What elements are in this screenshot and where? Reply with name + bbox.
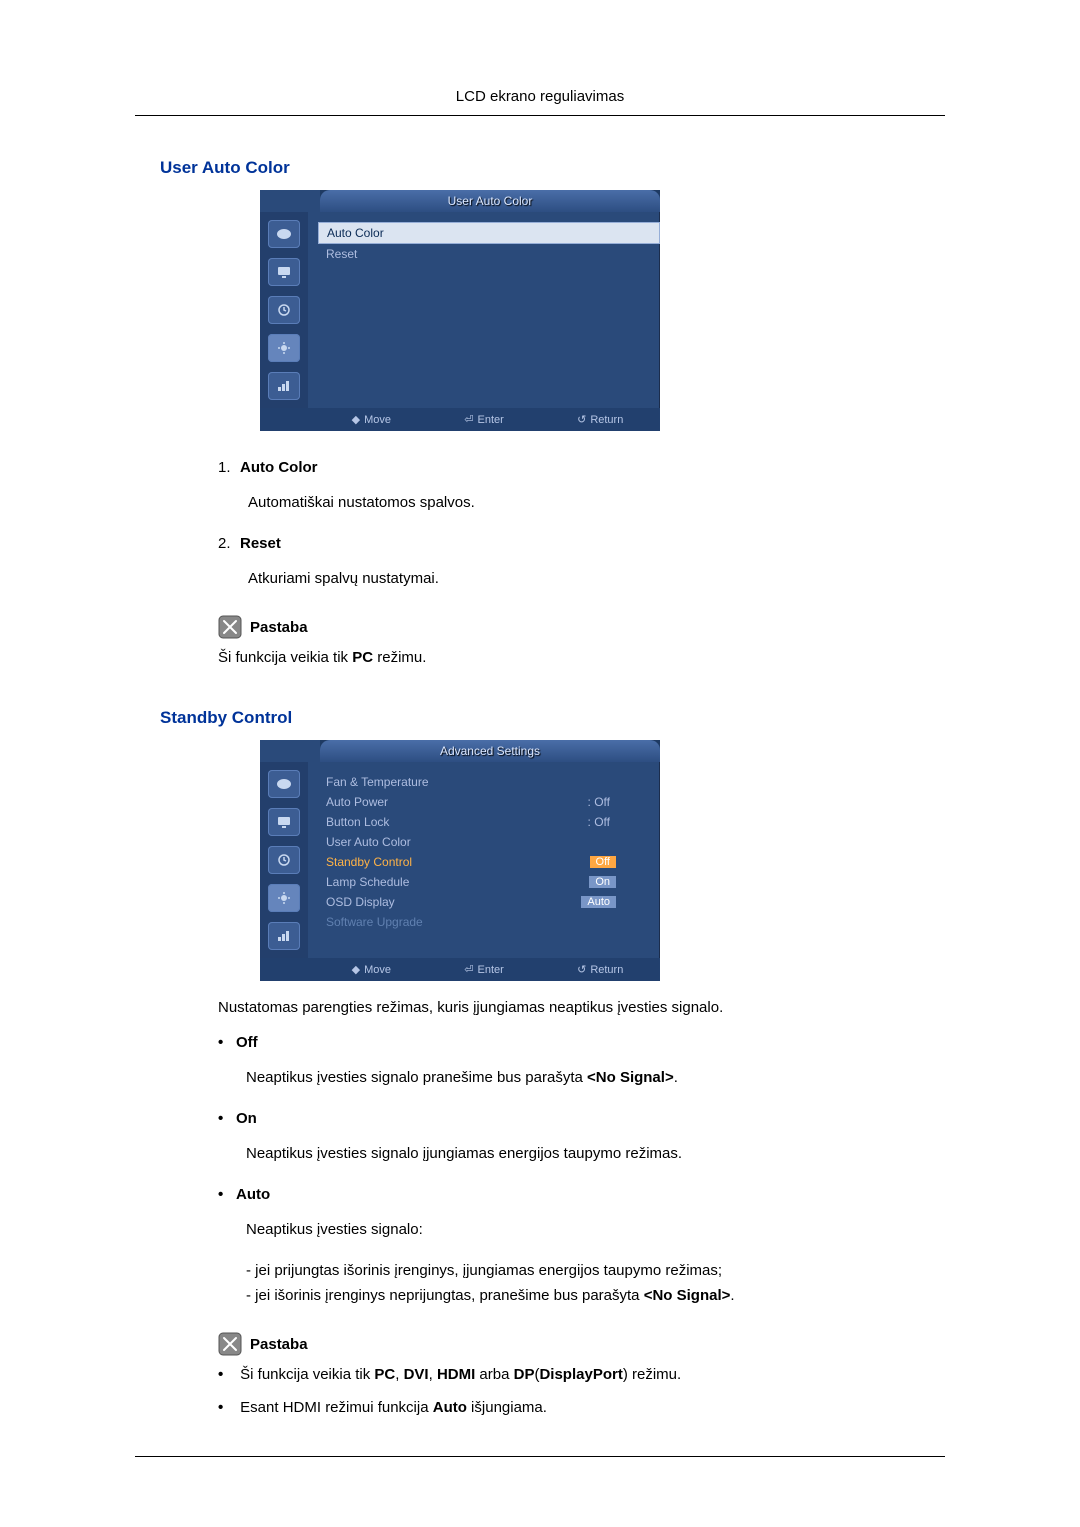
osd-screenshot-user-auto-color: User Auto Color Auto Color Reset: [260, 190, 660, 431]
gear-icon: [268, 334, 300, 362]
osd-footer-enter: ⏎ Enter: [464, 413, 504, 426]
note-icon: [218, 615, 242, 639]
clock-icon: [268, 846, 300, 874]
note-icon: [218, 1332, 242, 1356]
list-item: •On Neaptikus įvesties signalo įjungiama…: [218, 1110, 920, 1162]
intro-text: Nustatomas parengties režimas, kuris įju…: [218, 999, 920, 1016]
list-item: 2.Reset Atkuriami spalvų nustatymai.: [218, 535, 920, 587]
chart-icon: [268, 372, 300, 400]
palette-icon: [268, 220, 300, 248]
page-header: LCD ekrano reguliavimas: [0, 88, 1080, 105]
osd-menu-item: User Auto Color: [318, 832, 660, 852]
section-title-standby-control: Standby Control: [160, 708, 920, 728]
osd-footer-enter: ⏎ Enter: [464, 963, 504, 976]
osd-menu-item: Auto Color: [318, 222, 660, 244]
osd-menu-item: Reset: [318, 244, 660, 264]
list-item: •Auto Neaptikus įvesties signalo: - jei …: [218, 1186, 920, 1304]
osd-menu-item: Button Lock: Off: [318, 812, 660, 832]
osd-title: User Auto Color: [320, 190, 660, 212]
osd-screenshot-advanced-settings: Advanced Settings Fan & Temperature Auto…: [260, 740, 660, 981]
osd-title: Advanced Settings: [320, 740, 660, 762]
list-item: 1.Auto Color Automatiškai nustatomos spa…: [218, 459, 920, 511]
screen-icon: [268, 258, 300, 286]
osd-menu-item: Standby ControlOff: [318, 852, 660, 872]
note-text: Ši funkcija veikia tik PC režimu.: [218, 649, 920, 666]
osd-footer-return: ↺ Return: [577, 413, 623, 426]
divider-top: [135, 115, 945, 116]
list-item: • Ši funkcija veikia tik PC, DVI, HDMI a…: [218, 1366, 920, 1383]
osd-menu-item: OSD DisplayAuto: [318, 892, 660, 912]
osd-menu-item: Auto Power: Off: [318, 792, 660, 812]
divider-bottom: [135, 1456, 945, 1457]
section-title-user-auto-color: User Auto Color: [160, 158, 920, 178]
osd-footer-move: ◆ Move: [352, 963, 391, 976]
osd-menu-item: Lamp ScheduleOn: [318, 872, 660, 892]
screen-icon: [268, 808, 300, 836]
note-label: Pastaba: [250, 619, 308, 636]
clock-icon: [268, 296, 300, 324]
osd-menu-item: Software Upgrade: [318, 912, 660, 932]
gear-icon: [268, 884, 300, 912]
list-item: •Off Neaptikus įvesties signalo pranešim…: [218, 1034, 920, 1086]
note-label: Pastaba: [250, 1336, 308, 1353]
osd-menu-item: Fan & Temperature: [318, 772, 660, 792]
osd-footer-move: ◆ Move: [352, 413, 391, 426]
chart-icon: [268, 922, 300, 950]
osd-footer-return: ↺ Return: [577, 963, 623, 976]
palette-icon: [268, 770, 300, 798]
list-item: • Esant HDMI režimui funkcija Auto išjun…: [218, 1399, 920, 1416]
